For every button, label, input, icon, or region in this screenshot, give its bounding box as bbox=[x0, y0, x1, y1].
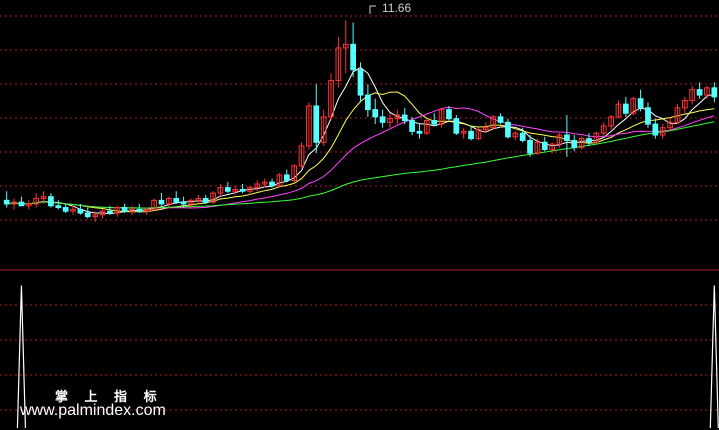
candle-body bbox=[357, 69, 364, 96]
candle-body bbox=[136, 208, 143, 212]
peak-price-label: 11.66 bbox=[382, 1, 412, 15]
candle-body bbox=[645, 107, 651, 125]
candle-body bbox=[269, 181, 275, 187]
candle-body bbox=[468, 130, 474, 140]
candle-body bbox=[519, 132, 526, 141]
candle-body bbox=[77, 208, 84, 214]
candle-body bbox=[313, 105, 320, 143]
candle-body bbox=[18, 201, 25, 207]
candle-body bbox=[372, 109, 379, 118]
candle-body bbox=[416, 130, 423, 134]
candle-body bbox=[505, 121, 511, 138]
candle-body bbox=[48, 196, 54, 207]
candle-body bbox=[365, 94, 371, 111]
candle-body bbox=[107, 210, 113, 214]
candle-body bbox=[239, 188, 246, 192]
candle-body bbox=[350, 43, 356, 71]
candle-body bbox=[55, 205, 62, 209]
watermark-url: www.palmindex.com bbox=[20, 402, 166, 419]
candle-body bbox=[3, 199, 10, 205]
candle-body bbox=[637, 98, 644, 109]
peak-marker-icon bbox=[369, 5, 376, 14]
candle-body bbox=[283, 174, 290, 181]
candle-body bbox=[431, 119, 438, 125]
candle-body bbox=[62, 207, 69, 212]
candle-body bbox=[696, 89, 703, 96]
candle-body bbox=[409, 119, 415, 132]
candle-body bbox=[527, 139, 533, 154]
candle-body bbox=[652, 123, 659, 136]
candle-body bbox=[84, 212, 91, 218]
candle-body bbox=[202, 198, 209, 203]
candle-body bbox=[379, 116, 386, 123]
candle-body bbox=[711, 87, 718, 98]
candlesticks bbox=[3, 20, 718, 223]
ma-line bbox=[6, 106, 715, 209]
stock-chart bbox=[0, 5, 719, 429]
candle-body bbox=[541, 141, 548, 151]
candle-body bbox=[121, 207, 128, 212]
candle-body bbox=[446, 109, 452, 120]
candle-body bbox=[173, 198, 180, 203]
ma-line bbox=[6, 121, 715, 209]
candle-body bbox=[571, 139, 578, 149]
candle-body bbox=[224, 187, 231, 192]
candle-body bbox=[623, 103, 629, 114]
candle-body bbox=[453, 118, 460, 134]
candle-body bbox=[564, 134, 570, 141]
signal-spike bbox=[709, 285, 719, 429]
candle-body bbox=[586, 138, 592, 143]
candle-body bbox=[158, 199, 165, 205]
candle-body bbox=[401, 114, 408, 121]
candle-body bbox=[497, 116, 504, 123]
candle-body bbox=[180, 201, 187, 205]
